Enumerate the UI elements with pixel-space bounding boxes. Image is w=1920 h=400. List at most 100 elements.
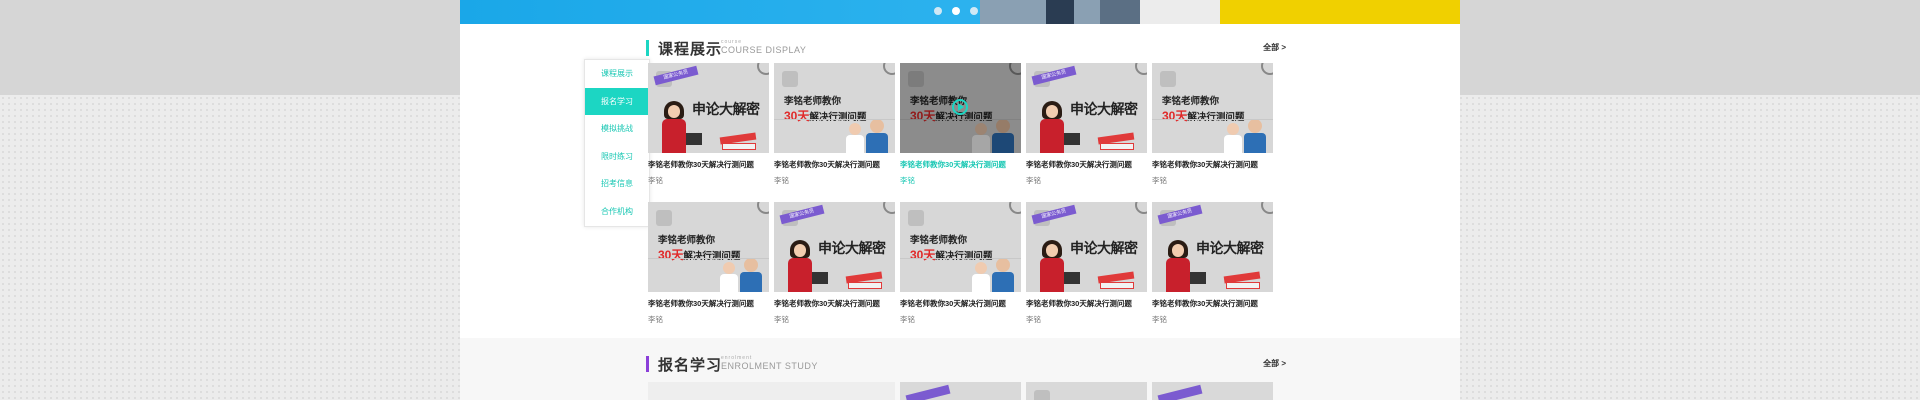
enrolment-card[interactable] bbox=[1026, 382, 1147, 400]
thumb-decoration bbox=[1160, 71, 1176, 87]
thumb-title-line2: 30天解决行测问题 bbox=[910, 246, 992, 263]
sidenav-item[interactable]: 合作机构 bbox=[585, 198, 649, 226]
section-title: 课程展示 bbox=[658, 41, 723, 58]
thumb-ring-decoration bbox=[1135, 63, 1147, 75]
teacher-illustration bbox=[662, 101, 686, 153]
teacher-illustration bbox=[1166, 240, 1190, 292]
thumb-days: 30天 bbox=[658, 248, 684, 262]
thumb-days: 30天 bbox=[910, 248, 936, 262]
sidenav-item[interactable]: 模拟挑战 bbox=[585, 115, 649, 143]
course-title[interactable]: 李铭老师教你30天解决行测问题 bbox=[1026, 159, 1147, 170]
course-thumbnail[interactable]: 国家公务员申论大解密 bbox=[1026, 202, 1147, 292]
course-card[interactable]: 国家公务员 申论大解密 李铭老师教你30天解决行测问题 李铭 bbox=[1026, 202, 1147, 330]
course-card[interactable]: 国家公务员 申论大解密 李铭老师教你30天解决行测问题 李铭 bbox=[774, 202, 895, 330]
course-title[interactable]: 李铭老师教你30天解决行测问题 bbox=[1152, 159, 1273, 170]
course-section-header: 课程展示 course COURSE DISPLAY 全部 > bbox=[646, 38, 1286, 60]
thumb-badge-sub bbox=[1100, 143, 1134, 150]
course-thumbnail[interactable]: 李铭老师教你 30天解决行测问题 bbox=[648, 202, 769, 292]
course-card[interactable]: 国家公务员 申论大解密李铭老师教你30天解决行测问题 李铭 bbox=[648, 63, 769, 191]
enrolment-card[interactable] bbox=[648, 382, 895, 400]
course-teacher: 李铭 bbox=[900, 176, 915, 185]
book-illustration bbox=[1064, 272, 1080, 284]
enrolment-section-header: 报名学习 enrolment ENROLMENT STUDY 全部 > bbox=[646, 354, 1286, 376]
course-title[interactable]: 李铭老师教你30天解决行测问题 bbox=[648, 298, 769, 309]
course-thumbnail[interactable]: 国家公务员 申论大解密 bbox=[648, 63, 769, 153]
hero-banner[interactable] bbox=[460, 0, 1460, 24]
teacher-illustration bbox=[1244, 119, 1266, 153]
course-thumbnail[interactable]: 李铭老师教你 30天解决行测问题 bbox=[1152, 63, 1273, 153]
carousel-dot[interactable] bbox=[970, 7, 978, 15]
carousel-dot[interactable] bbox=[952, 7, 960, 15]
course-card[interactable]: 李铭老师教你 30天解决行测问题 李铭老师教你30天解决行测问题 李铭 bbox=[900, 202, 1021, 330]
thumb-title: 申论大解密 bbox=[1196, 240, 1264, 256]
thumb-tag: 国家公务员 bbox=[653, 65, 699, 86]
course-title[interactable]: 李铭老师教你30天解决行测问题 bbox=[648, 159, 769, 170]
course-card[interactable]: 李铭老师教你 30天解决行测问题 李铭老师教你30天解决行测问题 李铭 bbox=[774, 63, 895, 191]
sidenav-item[interactable]: 限时练习 bbox=[585, 143, 649, 171]
thumb-tag: 国家公务员 bbox=[1031, 65, 1077, 86]
thumb-decoration bbox=[656, 210, 672, 226]
course-thumbnail[interactable]: 国家公务员申论大解密 bbox=[1152, 202, 1273, 292]
thumb-days: 30天 bbox=[1162, 109, 1188, 123]
course-thumbnail[interactable] bbox=[900, 382, 1021, 400]
course-title[interactable]: 李铭老师教你30天解决行测问题 bbox=[900, 159, 1021, 170]
thumb-ring-decoration bbox=[1135, 202, 1147, 214]
course-title[interactable]: 李铭老师教你30天解决行测问题 bbox=[1152, 298, 1273, 309]
course-thumbnail[interactable] bbox=[1026, 382, 1147, 400]
course-thumbnail[interactable]: 李铭老师教你 30天解决行测问题 bbox=[900, 63, 1021, 153]
sidenav-item[interactable]: 课程展示 bbox=[585, 60, 649, 88]
course-thumbnail[interactable]: 国家公务员申论大解密 bbox=[774, 202, 895, 292]
sidenav-item[interactable]: 报名学习 bbox=[585, 87, 649, 115]
side-navigation: 课程展示 报名学习 模拟挑战 限时练习 招考信息 合作机构 bbox=[584, 59, 650, 227]
enrolment-card[interactable] bbox=[1152, 382, 1273, 400]
course-thumbnail[interactable]: 国家公务员申论大解密 bbox=[1026, 63, 1147, 153]
play-icon[interactable] bbox=[952, 99, 968, 115]
thumb-title-line1: 李铭老师教你 bbox=[784, 96, 842, 107]
course-title[interactable]: 李铭老师教你30天解决行测问题 bbox=[774, 159, 895, 170]
course-card[interactable]: 李铭老师教你 30天解决行测问题 李铭老师教你30天解决行测问题 李铭 bbox=[1152, 63, 1273, 191]
course-teacher: 李铭 bbox=[1152, 315, 1167, 324]
course-teacher: 李铭 bbox=[774, 176, 789, 185]
thumb-decoration bbox=[1034, 390, 1050, 400]
course-thumbnail[interactable] bbox=[1152, 382, 1273, 400]
carousel-indicators bbox=[934, 7, 978, 15]
thumb-title: 申论大解密 bbox=[1070, 101, 1138, 117]
course-title[interactable]: 李铭老师教你30天解决行测问题 bbox=[900, 298, 1021, 309]
course-thumbnail[interactable]: 李铭老师教你 30天解决行测问题 bbox=[774, 63, 895, 153]
book-illustration bbox=[812, 272, 828, 284]
thumb-tag: 国家公务员 bbox=[779, 204, 825, 225]
course-card[interactable]: 李铭老师教你 30天解决行测问题 李铭老师教你30天解决行测问题 李铭 bbox=[648, 202, 769, 330]
banner-yellow-block bbox=[1220, 0, 1460, 24]
course-thumbnail[interactable] bbox=[648, 382, 895, 400]
thumb-badge-sub bbox=[1226, 282, 1260, 289]
thumb-decoration bbox=[908, 210, 924, 226]
thumb-badge-sub bbox=[848, 282, 882, 289]
course-thumbnail[interactable]: 李铭老师教你 30天解决行测问题 bbox=[900, 202, 1021, 292]
thumb-title: 申论大解密 bbox=[1070, 240, 1138, 256]
enrolment-card[interactable] bbox=[900, 382, 1021, 400]
course-title[interactable]: 李铭老师教你30天解决行测问题 bbox=[774, 298, 895, 309]
thumb-tag: 国家公务员 bbox=[1031, 204, 1077, 225]
course-teacher: 李铭 bbox=[1152, 176, 1167, 185]
carousel-dot[interactable] bbox=[934, 7, 942, 15]
teacher-illustration bbox=[866, 119, 888, 153]
course-teacher: 李铭 bbox=[648, 176, 663, 185]
thumb-ring-decoration bbox=[1261, 202, 1273, 214]
sidenav-item[interactable]: 招考信息 bbox=[585, 170, 649, 198]
view-all-link[interactable]: 全部 > bbox=[1263, 42, 1286, 53]
course-card[interactable]: 国家公务员申论大解密李铭老师教你30天解决行测问题 李铭 bbox=[1026, 63, 1147, 191]
view-all-link[interactable]: 全部 > bbox=[1263, 358, 1286, 369]
thumb-title-line1: 李铭老师教你 bbox=[658, 235, 716, 246]
main-container: 课程展示 course COURSE DISPLAY 全部 > 课程展示 报名学习… bbox=[460, 0, 1460, 400]
thumb-title: 申论大解密 bbox=[818, 240, 886, 256]
teacher-illustration bbox=[788, 240, 812, 292]
course-card[interactable]: 李铭老师教你 30天解决行测问题 李铭老师教你30天解决行测问题 李铭 bbox=[900, 63, 1021, 191]
course-title[interactable]: 李铭老师教你30天解决行测问题 bbox=[1026, 298, 1147, 309]
teacher-illustration bbox=[972, 262, 990, 292]
thumb-title-rest: 解决行测问题 bbox=[809, 112, 867, 123]
thumb-tag bbox=[905, 384, 951, 400]
thumb-tag: 国家公务员 bbox=[1157, 204, 1203, 225]
book-illustration bbox=[1190, 272, 1206, 284]
course-card[interactable]: 国家公务员申论大解密李铭老师教你30天解决行测问题 李铭 bbox=[1152, 202, 1273, 330]
course-teacher: 李铭 bbox=[1026, 176, 1041, 185]
